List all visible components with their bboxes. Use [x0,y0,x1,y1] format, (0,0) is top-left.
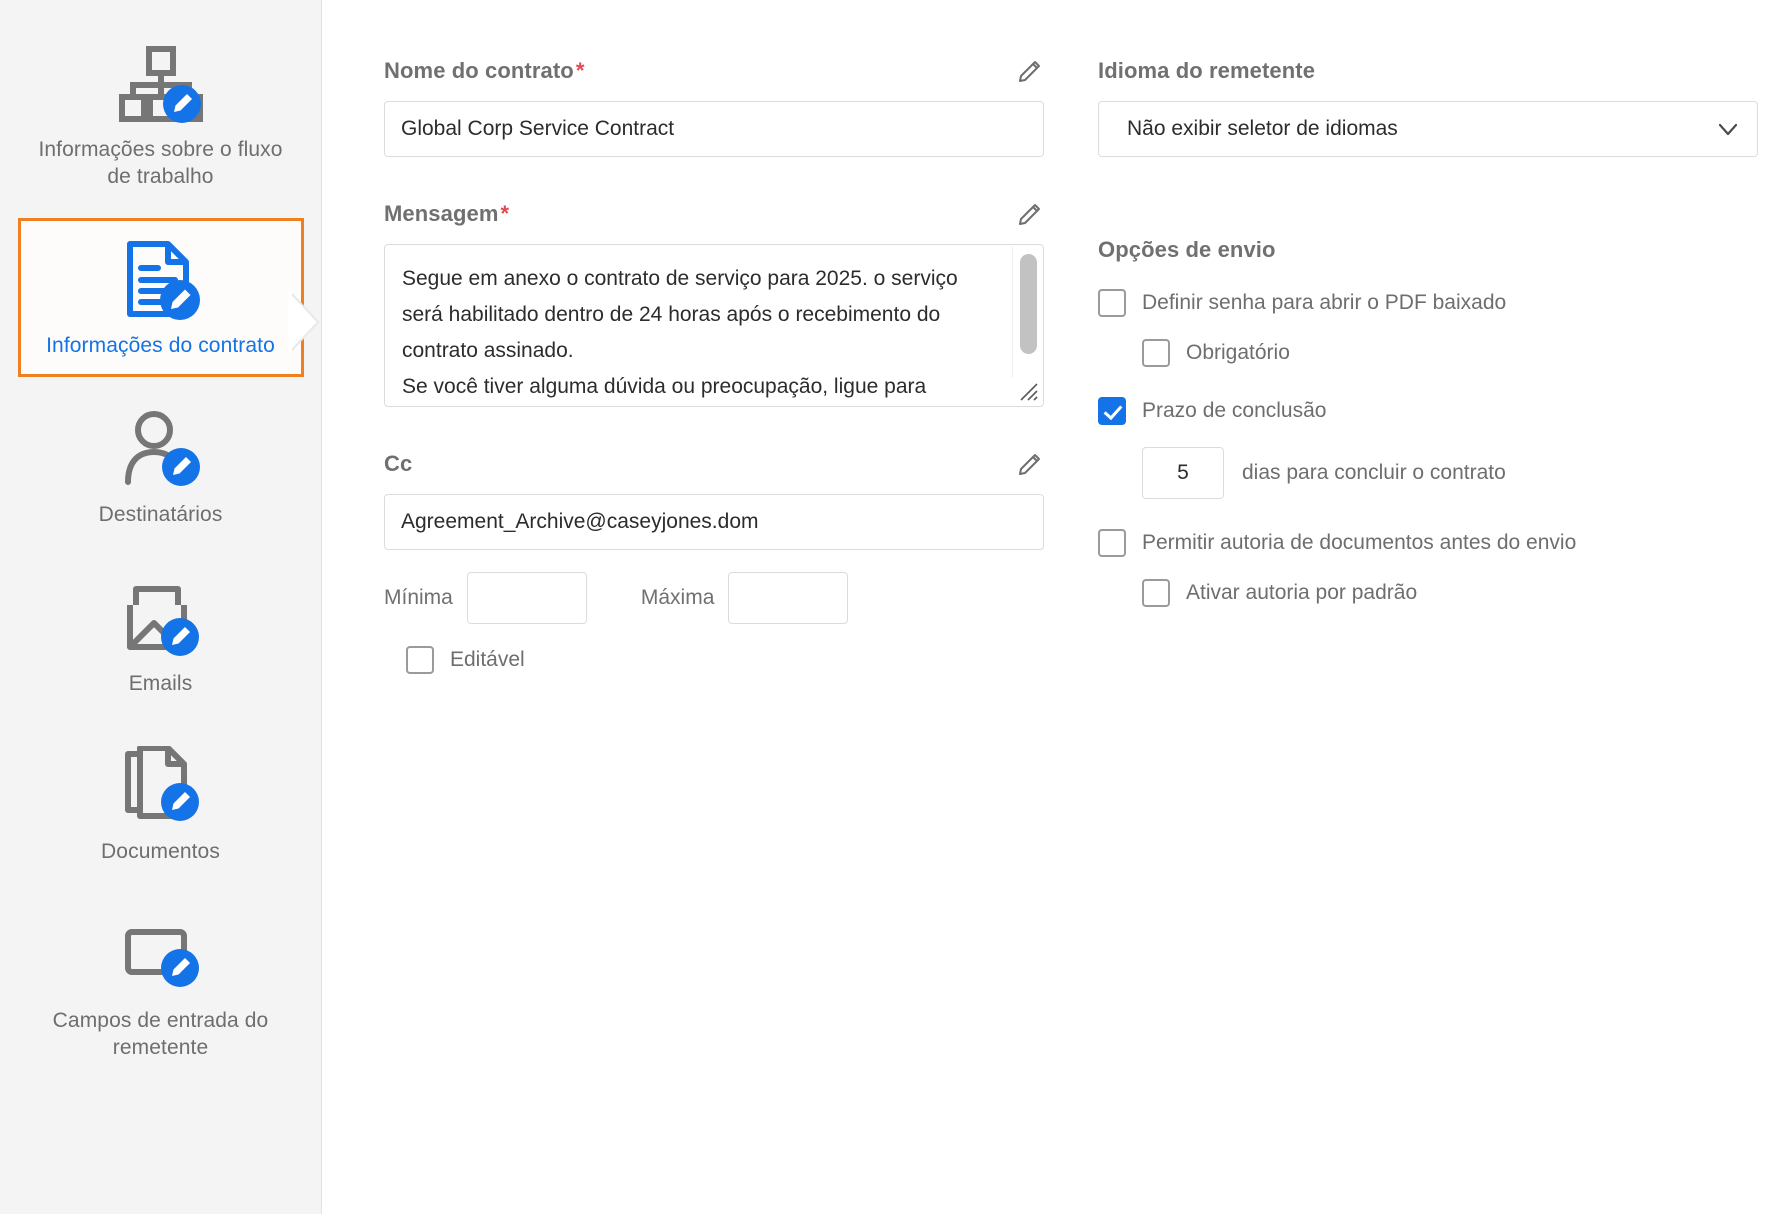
contract-name-label-wrap: Nome do contrato* [384,58,584,84]
edit-pencil-icon[interactable] [1016,57,1044,85]
cc-maximum-label: Máxima [640,586,715,609]
contract-info-panel: Nome do contrato* Mensagem* [322,0,1784,1214]
sidebar-item-label: Informações do contrato [46,333,275,357]
mail-image-edit-icon [115,577,207,661]
right-column: Idioma do remetente Não exibir seletor d… [1098,56,1758,607]
sidebar-item-label: Emails [128,671,193,695]
sidebar-item-label: Documentos [101,840,220,864]
message-scrollbar-thumb[interactable] [1020,254,1037,354]
documents-edit-icon [115,745,207,829]
sidebar-item-contract-info[interactable]: Informações do contrato [17,217,304,377]
mandatory-checkbox[interactable] [1142,339,1170,367]
left-column: Nome do contrato* Mensagem* [384,56,1044,716]
sender-language-select[interactable]: Não exibir seletor de idiomas [1098,101,1758,157]
message-header: Mensagem* [384,199,1044,229]
completion-deadline-checkbox[interactable] [1098,397,1126,425]
cc-minimum-label: Mínima [384,586,453,609]
set-password-checkbox[interactable] [1098,289,1126,317]
mandatory-label: Obrigatório [1186,341,1290,364]
workflow-sidebar: Informações sobre o fluxo de trabalho In… [0,0,322,1214]
send-option-deadline-row: Prazo de conclusão [1098,397,1758,425]
deadline-days-input[interactable] [1142,447,1224,499]
enable-authoring-default-checkbox[interactable] [1142,579,1170,607]
sidebar-item-label: Destinatários [98,502,223,526]
contract-name-label: Nome do contrato [384,58,574,83]
cc-editable-checkbox[interactable] [406,646,434,674]
send-options-title: Opções de envio [1098,237,1276,262]
send-options-section: Opções de envio Definir senha para abrir… [1098,237,1758,607]
contract-name-input[interactable] [384,101,1044,157]
message-field: Mensagem* Segue em anexo o contrato de s… [384,199,1044,407]
sidebar-item-documents[interactable]: Documentos [18,724,304,883]
sender-language-label: Idioma do remetente [1098,58,1316,83]
allow-authoring-checkbox[interactable] [1098,529,1126,557]
edit-pencil-icon[interactable] [1016,450,1044,478]
send-option-mandatory-row: Obrigatório [1142,339,1758,367]
user-edit-icon [115,408,207,492]
edit-pencil-icon[interactable] [1016,200,1044,228]
sidebar-item-emails[interactable]: Emails [18,556,304,715]
message-textarea[interactable]: Segue em anexo o contrato de serviço par… [385,245,1011,406]
completion-deadline-label: Prazo de conclusão [1142,399,1327,422]
send-option-enable-authoring-row: Ativar autoria por padrão [1142,579,1758,607]
cc-label: Cc [384,451,413,476]
send-option-set-password-row: Definir senha para abrir o PDF baixado [1098,289,1758,317]
cc-editable-label: Editável [450,648,525,671]
sidebar-item-label: Informações sobre o fluxo de trabalho [38,138,283,188]
enable-authoring-default-label: Ativar autoria por padrão [1186,581,1418,604]
resize-handle-icon[interactable] [1013,376,1041,404]
sidebar-item-sender-input-fields[interactable]: Campos de entrada do remetente [18,893,304,1079]
deadline-days-text: dias para concluir o contrato [1242,461,1506,484]
cc-minimum-input[interactable] [466,572,587,624]
sender-language-field: Idioma do remetente Não exibir seletor d… [1098,56,1758,157]
message-label: Mensagem [384,201,499,226]
input-field-edit-icon [115,914,207,998]
deadline-days-row: dias para concluir o contrato [1142,447,1758,499]
sender-language-header: Idioma do remetente [1098,56,1758,86]
cc-input[interactable] [384,494,1044,550]
settings-page: Informações sobre o fluxo de trabalho In… [0,0,1784,1214]
document-edit-icon [115,239,207,323]
cc-header: Cc [384,449,1044,479]
cc-editable-row: Editável [406,646,1044,674]
message-label-wrap: Mensagem* [384,201,509,227]
contract-name-field: Nome do contrato* [384,56,1044,157]
sidebar-item-workflow-info[interactable]: Informações sobre o fluxo de trabalho [18,22,304,208]
allow-authoring-label: Permitir autoria de documentos antes do … [1142,531,1577,554]
send-option-allow-authoring-row: Permitir autoria de documentos antes do … [1098,529,1758,557]
required-asterisk: * [575,58,585,83]
set-password-label: Definir senha para abrir o PDF baixado [1142,291,1507,314]
contract-name-header: Nome do contrato* [384,56,1044,86]
cc-minmax-row: Mínima Máxima [384,572,1044,624]
cc-field: Cc Mínima Máxima [384,449,1044,674]
sender-language-select-wrapper[interactable]: Não exibir seletor de idiomas [1098,101,1758,157]
required-asterisk: * [500,201,510,226]
workflow-edit-icon [115,43,207,127]
sidebar-item-recipients[interactable]: Destinatários [18,387,304,546]
message-scrollbar[interactable] [1012,246,1042,378]
message-textarea-wrapper[interactable]: Segue em anexo o contrato de serviço par… [384,244,1044,407]
sidebar-item-label: Campos de entrada do remetente [52,1009,269,1060]
cc-maximum-input[interactable] [728,572,849,624]
